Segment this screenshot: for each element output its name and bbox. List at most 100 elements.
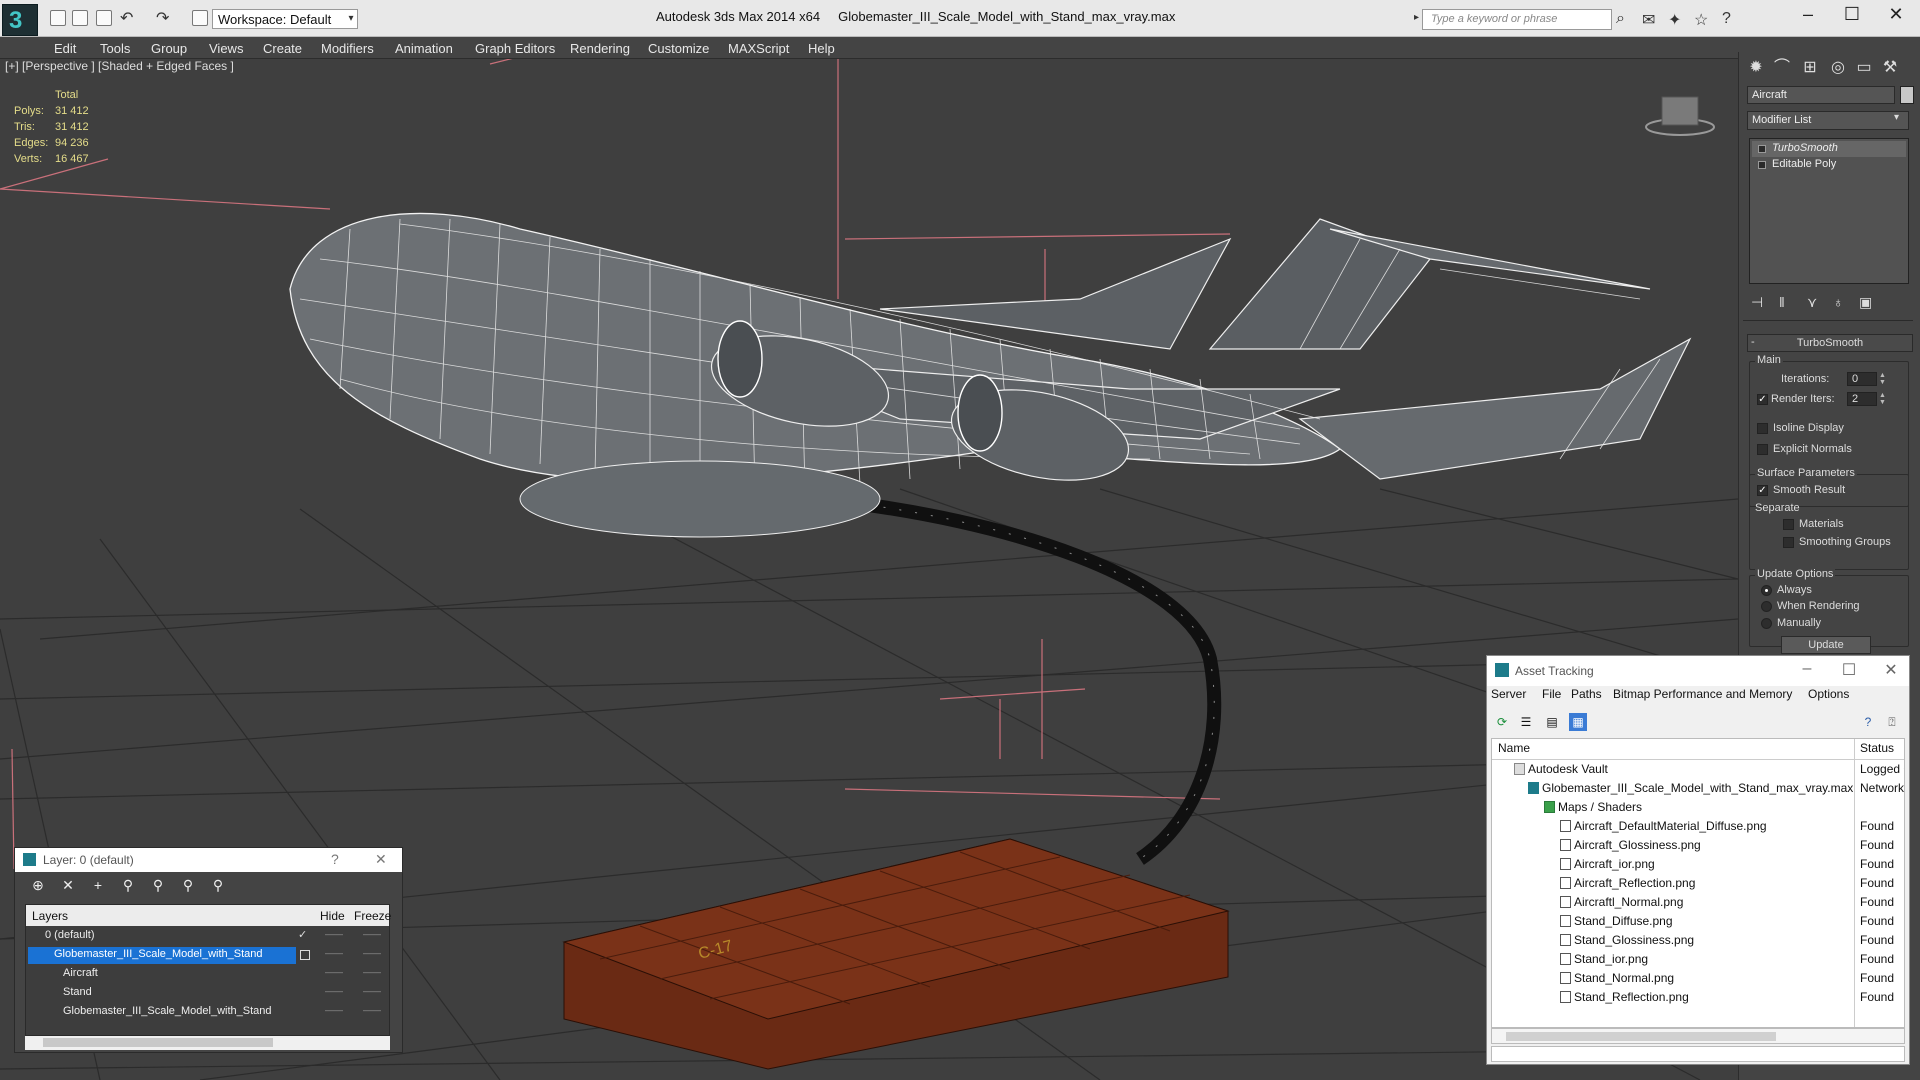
col-name-header[interactable]: Name [1498,741,1530,755]
layer-row[interactable]: Aircraft —— —— [26,965,389,984]
motion-tab-icon[interactable]: ◎ [1827,57,1849,79]
menu-customize[interactable]: Customize [648,41,709,56]
help-icon[interactable]: ? [1722,10,1731,28]
col-hide-header[interactable]: Hide [320,909,345,923]
table-row[interactable]: Stand_Glossiness.png Found [1492,931,1904,950]
highlight-layer-icon[interactable]: ⚲ [149,877,167,894]
table-row[interactable]: Stand_Reflection.png Found [1492,988,1904,1007]
stack-item-editable-poly[interactable]: Editable Poly [1752,157,1906,173]
undo-icon[interactable]: ↶ [120,8,133,28]
workspace-dropdown[interactable]: Workspace: Default [212,9,358,29]
col-freeze-header[interactable]: Freeze [354,909,391,923]
search-expand-icon[interactable]: ▸ [1414,12,1419,23]
horizontal-scrollbar[interactable] [1491,1028,1905,1044]
set-active-box-icon[interactable] [300,950,310,960]
list-view-icon[interactable]: ☰ [1517,713,1535,731]
menu-modifiers[interactable]: Modifiers [321,41,374,56]
add-to-layer-icon[interactable]: + [89,877,107,893]
freeze-toggle[interactable]: —— [363,929,381,939]
active-layer-check-icon[interactable]: ✓ [298,928,307,941]
display-tab-icon[interactable]: ▭ [1853,57,1875,79]
menu-help[interactable]: Help [808,41,835,56]
menu-file[interactable]: File [1542,687,1561,701]
menu-server[interactable]: Server [1491,687,1526,701]
expand-plus-icon[interactable] [1758,161,1766,169]
search-input[interactable]: Type a keyword or phrase [1422,9,1612,30]
table-row[interactable]: Autodesk Vault Logged O [1492,760,1904,779]
table-row[interactable]: Stand_Diffuse.png Found [1492,912,1904,931]
open-file-icon[interactable] [72,10,88,26]
materials-checkbox[interactable] [1783,519,1794,530]
select-objects-icon[interactable]: ⚲ [119,877,137,894]
maximize-icon[interactable]: ☐ [1837,660,1861,680]
freeze-all-icon[interactable]: ⚲ [209,877,227,894]
manually-radio[interactable] [1761,618,1772,629]
freeze-toggle[interactable]: —— [363,986,381,996]
modifier-list-dropdown[interactable]: Modifier List [1747,111,1909,130]
remove-modifier-icon[interactable]: ♁ [1833,294,1844,310]
delete-layer-icon[interactable]: ✕ [59,877,77,894]
layer-row[interactable]: Stand —— —— [26,984,389,1003]
table-row[interactable]: Aircraft_Glossiness.png Found [1492,836,1904,855]
collapse-icon[interactable]: - [1751,336,1755,348]
menu-views[interactable]: Views [209,41,243,56]
close-icon[interactable]: ✕ [1876,4,1916,25]
communication-center-icon[interactable]: ✉ [1642,10,1655,30]
smooth-result-checkbox[interactable]: ✓ [1757,485,1768,496]
layer-row[interactable]: Globemaster_III_Scale_Model_with_Stand ——… [26,946,389,965]
table-row[interactable]: Aircraft_Reflection.png Found [1492,874,1904,893]
always-radio[interactable] [1761,585,1772,596]
close-icon[interactable]: ✕ [375,851,387,868]
table-row[interactable]: Stand_Normal.png Found [1492,969,1904,988]
menu-animation[interactable]: Animation [395,41,453,56]
redo-icon[interactable]: ↷ [156,8,169,28]
create-tab-icon[interactable]: ✹ [1745,57,1767,79]
viewport-label[interactable]: [+] [Perspective ] [Shaded + Edged Faces… [5,59,234,73]
minimize-icon[interactable]: – [1788,4,1828,25]
when-rendering-radio[interactable] [1761,601,1772,612]
render-iters-checkbox[interactable]: ✓ [1757,394,1768,405]
refresh-icon[interactable]: ⟳ [1493,713,1511,731]
menu-maxscript[interactable]: MAXScript [728,41,789,56]
freeze-toggle[interactable]: —— [363,967,381,977]
menu-edit[interactable]: Edit [54,41,76,56]
maximize-icon[interactable]: ☐ [1832,4,1872,25]
table-row[interactable]: Aircraft_DefaultMaterial_Diffuse.png Foun… [1492,817,1904,836]
smoothing-groups-checkbox[interactable] [1783,537,1794,548]
chevron-down-icon[interactable]: ▾ [1894,112,1899,123]
configure-sets-icon[interactable]: ▣ [1859,294,1872,311]
show-end-result-icon[interactable]: ‖ [1779,294,1785,310]
object-name-field[interactable]: Aircraft [1747,86,1895,104]
iterations-spinner[interactable]: 0 [1847,372,1877,386]
table-row[interactable]: Stand_ior.png Found [1492,950,1904,969]
scrollbar-thumb[interactable] [43,1038,273,1047]
viewcube-icon[interactable] [1645,96,1715,136]
save-file-icon[interactable] [96,10,112,26]
scrollbar-thumb[interactable] [1506,1032,1776,1041]
table-view-icon[interactable]: ▦ [1569,713,1587,731]
hide-toggle[interactable]: —— [325,948,343,958]
workspace-dropdown-arrow-icon[interactable]: ▾ [344,9,358,29]
hide-toggle[interactable]: —— [325,967,343,977]
object-color-swatch[interactable] [1900,86,1914,104]
new-file-icon[interactable] [50,10,66,26]
stack-item-turbosmooth[interactable]: TurboSmooth [1752,141,1906,157]
hide-all-icon[interactable]: ⚲ [179,877,197,894]
menu-rendering[interactable]: Rendering [570,41,630,56]
app-logo-icon[interactable]: 3 [2,4,38,36]
help-tooltip-icon[interactable]: ⍰ [1883,713,1901,731]
render-iters-spinner[interactable]: 2 [1847,392,1877,406]
make-unique-icon[interactable]: ⋎ [1807,294,1817,311]
table-row[interactable]: Aircraft_ior.png Found [1492,855,1904,874]
menu-bitmap-performance[interactable]: Bitmap Performance and Memory [1613,687,1792,701]
favorites-star-icon[interactable]: ☆ [1694,10,1708,30]
layer-row[interactable]: 0 (default) ✓ —— —— [26,927,389,946]
menu-tools[interactable]: Tools [100,41,130,56]
hierarchy-tab-icon[interactable]: ⊞ [1799,57,1821,79]
hide-toggle[interactable]: —— [325,1005,343,1015]
close-icon[interactable]: ✕ [1879,660,1903,680]
project-folder-icon[interactable] [192,10,208,26]
minimize-icon[interactable]: – [1795,660,1819,678]
table-row[interactable]: Aircraftl_Normal.png Found [1492,893,1904,912]
modify-tab-icon[interactable]: ⌒ [1771,57,1793,79]
